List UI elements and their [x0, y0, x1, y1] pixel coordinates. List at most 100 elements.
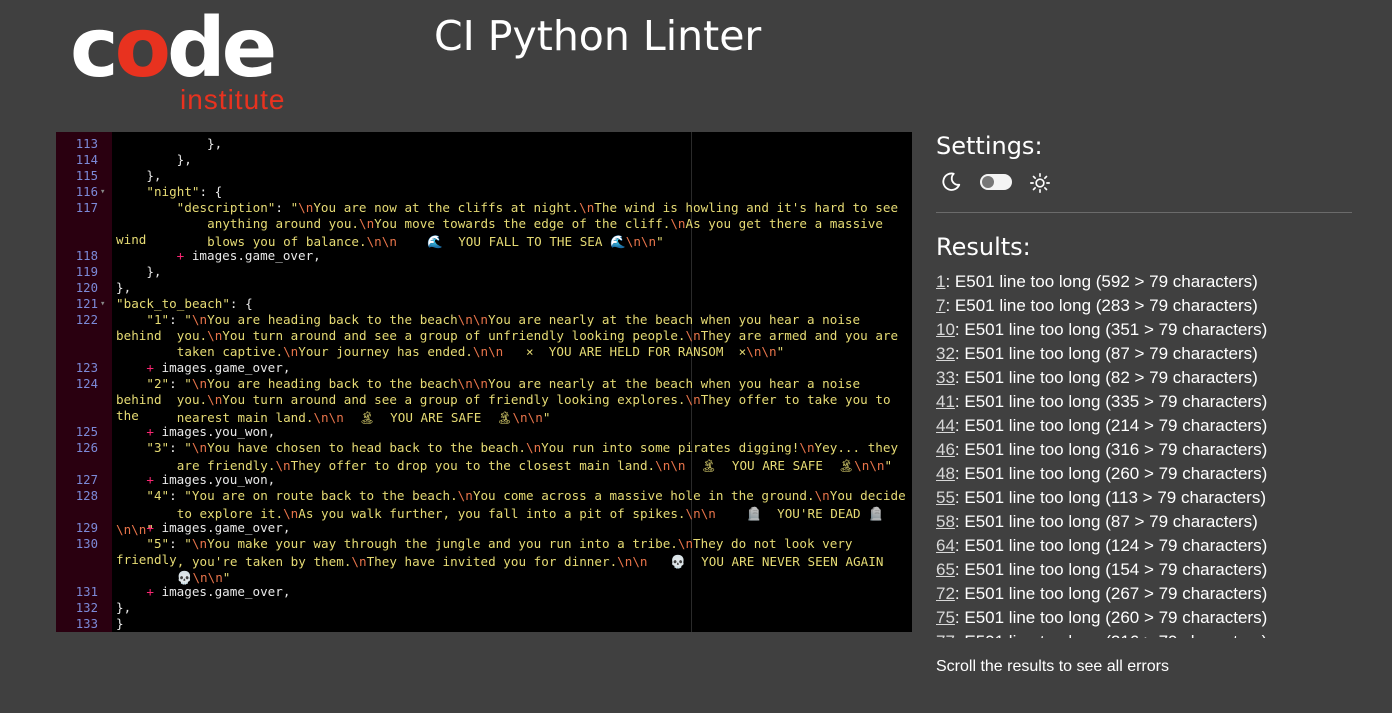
code-line: 118 + images.game_over, — [56, 248, 912, 264]
fold-arrow-icon[interactable]: ▾ — [100, 296, 105, 312]
code-line: 131 + images.game_over, — [56, 584, 912, 600]
code-line: anything around you.\nYou move towards t… — [56, 216, 912, 247]
line-code: }, — [116, 136, 223, 151]
code-line: 124 "2": "\nYou are heading back to the … — [56, 376, 912, 407]
result-message: : E501 line too long (216 > 79 character… — [955, 632, 1267, 638]
line-code: } — [116, 616, 124, 631]
code-line: 132}, — [56, 600, 912, 616]
result-message: : E501 line too long (87 > 79 characters… — [954, 344, 1258, 363]
result-item: 77: E501 line too long (216 > 79 charact… — [936, 630, 1356, 638]
line-code: "description": "\nYou are now at the cli… — [176, 200, 899, 215]
code-editor[interactable]: 113 }, 114 }, 115 }, 116 ▾ "night": {117 "de… — [56, 132, 912, 632]
result-line-link[interactable]: 41 — [936, 392, 955, 411]
result-line-link[interactable]: 77 — [936, 632, 955, 638]
line-number: 117 — [75, 201, 98, 215]
line-code: + images.game_over, — [146, 584, 291, 599]
line-code: , you're taken by them.\nThey have invit… — [176, 554, 884, 569]
result-line-link[interactable]: 44 — [936, 416, 955, 435]
result-line-link[interactable]: 10 — [936, 320, 955, 339]
result-line-link[interactable]: 32 — [936, 344, 955, 363]
result-item: 44: E501 line too long (214 > 79 charact… — [936, 414, 1356, 438]
result-line-link[interactable]: 64 — [936, 536, 955, 555]
result-message: : E501 line too long (316 > 79 character… — [954, 440, 1268, 459]
line-code: "back_to_beach": { — [116, 296, 253, 311]
result-line-link[interactable]: 75 — [936, 608, 955, 627]
result-message: : E501 line too long (87 > 79 characters… — [954, 512, 1258, 531]
results-heading: Results: — [936, 233, 1031, 261]
line-code: }, — [116, 264, 162, 279]
code-line: 133} — [56, 616, 912, 632]
code-line: 122 "1": "\nYou are heading back to the … — [56, 312, 912, 343]
result-item: 58: E501 line too long (87 > 79 characte… — [936, 510, 1356, 534]
result-message: : E501 line too long (260 > 79 character… — [954, 608, 1268, 627]
result-message: : E501 line too long (260 > 79 character… — [954, 464, 1268, 483]
line-number: 132 — [75, 601, 98, 615]
result-message: : E501 line too long (592 > 79 character… — [945, 272, 1258, 291]
result-item: 33: E501 line too long (82 > 79 characte… — [936, 366, 1356, 390]
line-number: 118 — [75, 249, 98, 263]
line-code: }, — [116, 600, 132, 615]
line-code: "3": "\nYou have chosen to head back to … — [146, 440, 899, 455]
result-item: 41: E501 line too long (335 > 79 charact… — [936, 390, 1356, 414]
line-code: + images.game_over, — [146, 360, 291, 375]
result-line-link[interactable]: 55 — [936, 488, 955, 507]
theme-toggle[interactable] — [980, 174, 1012, 190]
line-number: 124 — [75, 377, 98, 391]
result-message: : E501 line too long (335 > 79 character… — [954, 392, 1268, 411]
line-code: taken captive.\nYour journey has ended.\… — [176, 344, 785, 359]
result-line-link[interactable]: 48 — [936, 464, 955, 483]
result-item: 10: E501 line too long (351 > 79 charact… — [936, 318, 1356, 342]
result-message: : E501 line too long (351 > 79 character… — [954, 320, 1268, 339]
line-number: 113 — [75, 137, 98, 151]
code-line: 113 }, — [56, 136, 912, 152]
line-number: 119 — [75, 265, 98, 279]
line-number: 133 — [75, 617, 98, 631]
line-number: 126 — [75, 441, 98, 455]
results-list[interactable]: 1: E501 line too long (592 > 79 characte… — [936, 270, 1356, 638]
settings-divider — [936, 212, 1352, 213]
result-item: 46: E501 line too long (316 > 79 charact… — [936, 438, 1356, 462]
line-number: 127 — [75, 473, 98, 487]
result-line-link[interactable]: 58 — [936, 512, 955, 531]
result-line-link[interactable]: 33 — [936, 368, 955, 387]
line-code: + images.you_won, — [146, 424, 276, 439]
line-code: + images.game_over, — [176, 248, 321, 263]
code-line: , you're taken by them.\nThey have invit… — [56, 554, 912, 570]
code-line: you.\nYou turn around and see a group of… — [56, 392, 912, 423]
result-item: 65: E501 line too long (154 > 79 charact… — [936, 558, 1356, 582]
code-line: 123 + images.game_over, — [56, 360, 912, 376]
code-line: 127 + images.you_won, — [56, 472, 912, 488]
result-item: 1: E501 line too long (592 > 79 characte… — [936, 270, 1356, 294]
code-line: you.\nYou turn around and see a group of… — [56, 328, 912, 344]
code-line: 130 "5": "\nYou make your way through th… — [56, 536, 912, 567]
code-line: 120}, — [56, 280, 912, 296]
result-item: 48: E501 line too long (260 > 79 charact… — [936, 462, 1356, 486]
logo-subtitle: institute — [180, 84, 286, 115]
line-code: }, — [116, 152, 192, 167]
fold-arrow-icon[interactable]: ▾ — [100, 184, 105, 200]
settings-heading: Settings: — [936, 132, 1043, 160]
line-number: 123 — [75, 361, 98, 375]
result-item: 32: E501 line too long (87 > 79 characte… — [936, 342, 1356, 366]
line-number: 116 — [75, 185, 98, 199]
line-number: 122 — [75, 313, 98, 327]
page-title: CI Python Linter — [434, 12, 762, 60]
result-line-link[interactable]: 46 — [936, 440, 955, 459]
result-message: : E501 line too long (214 > 79 character… — [954, 416, 1268, 435]
result-item: 7: E501 line too long (283 > 79 characte… — [936, 294, 1356, 318]
line-number: 121 — [75, 297, 98, 311]
line-number: 114 — [75, 153, 98, 167]
line-code: you.\nYou turn around and see a group of… — [176, 328, 899, 343]
result-item: 72: E501 line too long (267 > 79 charact… — [936, 582, 1356, 606]
result-item: 75: E501 line too long (260 > 79 charact… — [936, 606, 1356, 630]
result-line-link[interactable]: 65 — [936, 560, 955, 579]
result-line-link[interactable]: 72 — [936, 584, 955, 603]
line-number: 130 — [75, 537, 98, 551]
line-number: 125 — [75, 425, 98, 439]
result-message: : E501 line too long (82 > 79 characters… — [954, 368, 1258, 387]
line-number: 128 — [75, 489, 98, 503]
code-line: 125 + images.you_won, — [56, 424, 912, 440]
code-line: 114 }, — [56, 152, 912, 168]
line-code: "4": "You are on route back to the beach… — [146, 488, 906, 503]
code-line: 117 "description": "\nYou are now at the… — [56, 200, 912, 216]
